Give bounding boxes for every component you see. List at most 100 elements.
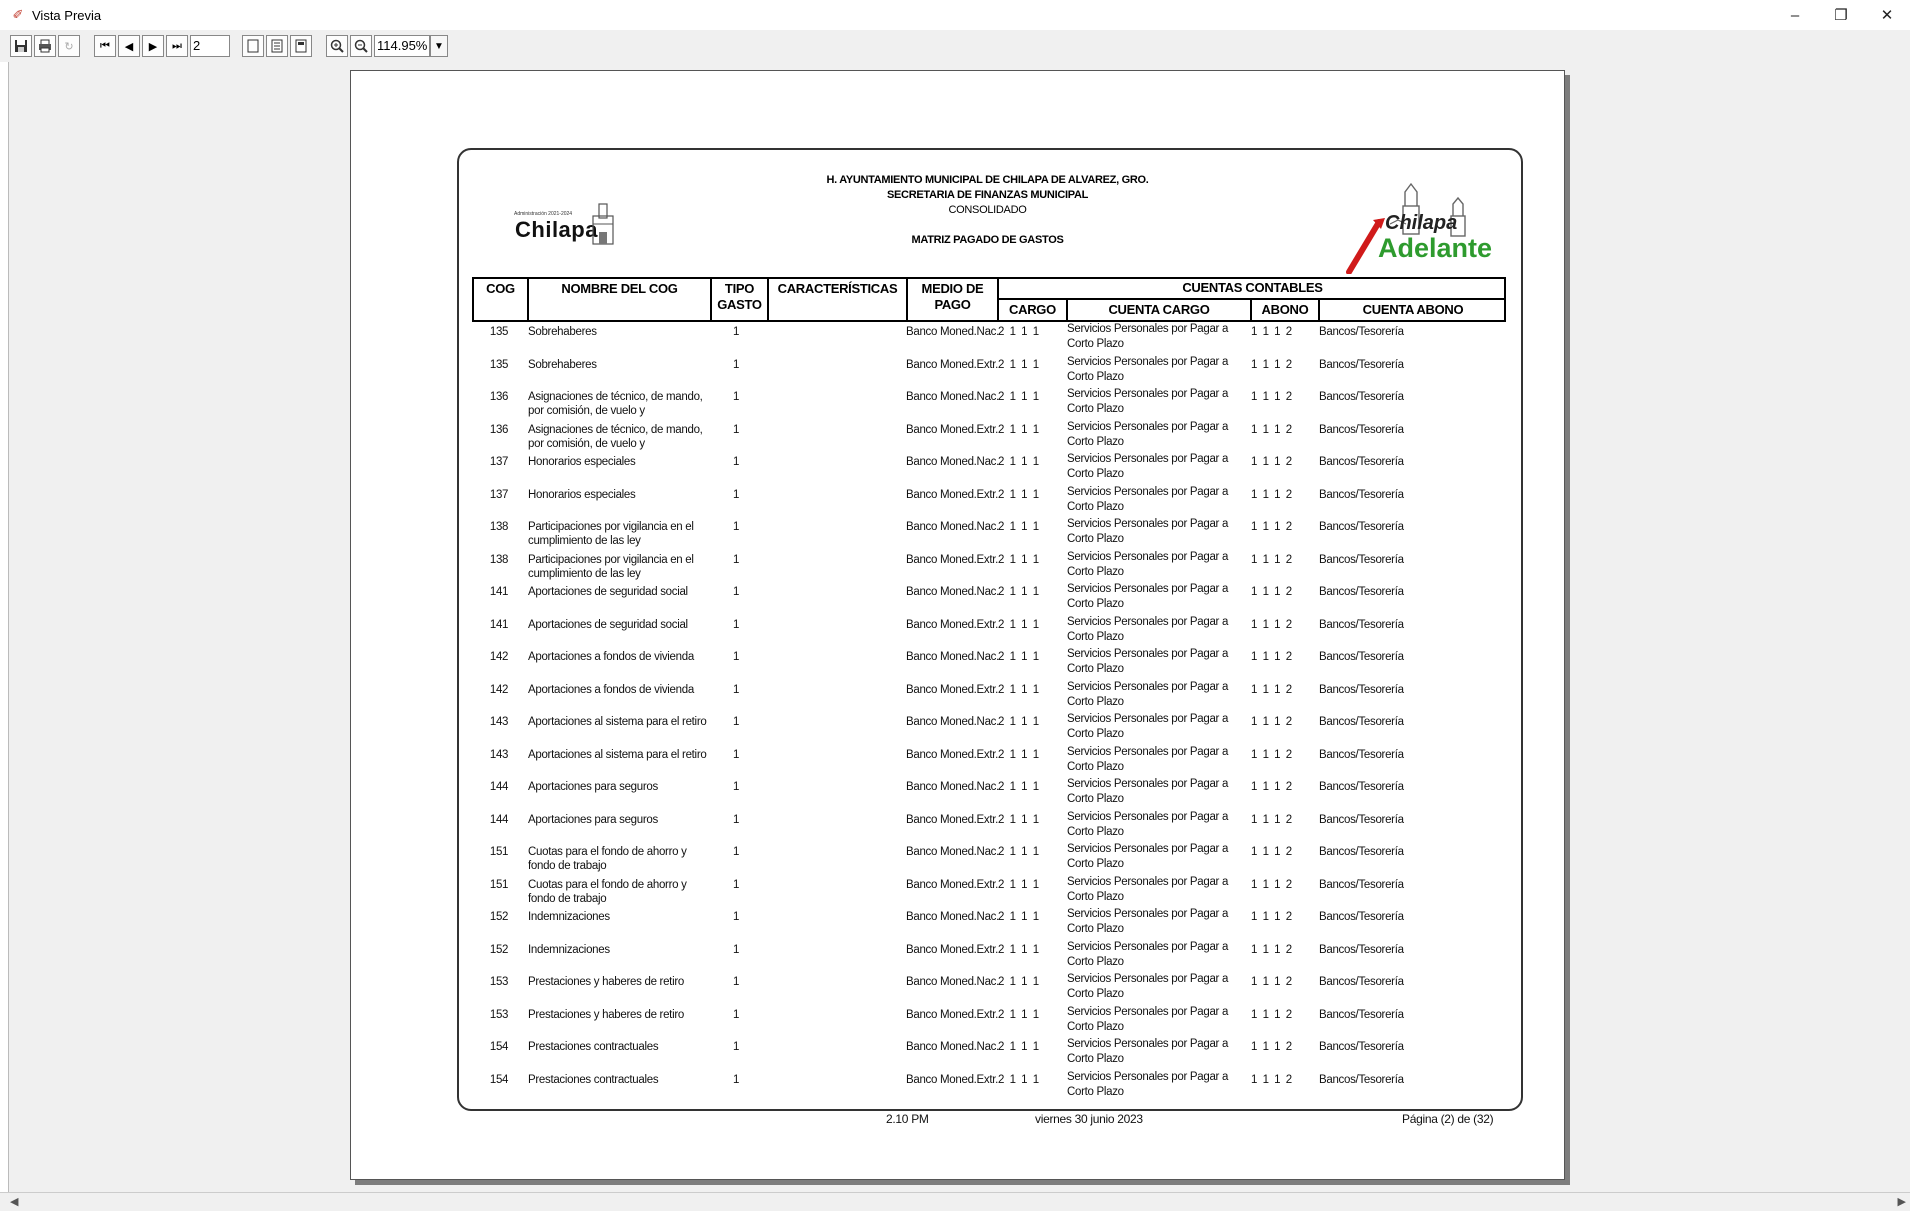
print-icon[interactable]: [34, 35, 56, 57]
row-tipo-gasto: 1: [732, 781, 740, 793]
row-cuenta-cargo: Servicios Personales por Pagar a Corto P…: [1067, 940, 1229, 968]
row-cog: 153: [489, 976, 509, 988]
row-medio-pago: Banco Moned.Extr.: [906, 488, 999, 501]
row-nombre: Aportaciones a fondos de vivienda: [528, 651, 694, 663]
row-cuenta-cargo: Servicios Personales por Pagar a Corto P…: [1067, 843, 1229, 870]
zoom-out-icon[interactable]: [350, 35, 372, 57]
row-cargo: 2 1 1 1: [998, 943, 1041, 956]
row-tipo-gasto: 1: [732, 683, 740, 696]
row-abono: 1 1 1 2: [1251, 748, 1294, 761]
row-medio-pago: Banco Moned.Extr.: [906, 813, 999, 826]
row-cargo: 2 1 1 1: [998, 976, 1041, 988]
row-cuenta-abono: Bancos/Tesorería: [1319, 943, 1404, 956]
row-nombre: Asignaciones de técnico, de mando, por c…: [528, 391, 703, 417]
row-cuenta-abono: Bancos/Tesorería: [1319, 911, 1404, 923]
row-cog: 152: [489, 911, 509, 923]
scroll-right-icon[interactable]: ▶: [1898, 1195, 1906, 1208]
table-row: 141 Aportaciones de seguridad social 1 Banc…: [0, 583, 1910, 618]
row-medio-pago: Banco Moned.Nac.: [906, 391, 1000, 403]
row-tipo-gasto: 1: [732, 488, 740, 501]
page-number-input[interactable]: 2: [190, 35, 230, 57]
row-cog: 135: [489, 358, 509, 371]
row-cuenta-abono: Bancos/Tesorería: [1319, 651, 1404, 663]
zoom-in-icon[interactable]: [326, 35, 348, 57]
row-cuenta-cargo: Servicios Personales por Pagar a Corto P…: [1067, 518, 1229, 545]
horizontal-scrollbar[interactable]: ◀ ▶: [0, 1192, 1910, 1211]
header-medio-pago: MEDIO DE PAGO: [921, 281, 984, 312]
row-cog: 136: [489, 391, 509, 403]
row-medio-pago: Banco Moned.Extr.: [906, 878, 999, 891]
row-cog: 142: [489, 683, 509, 696]
first-page-icon[interactable]: ⏮: [94, 35, 116, 57]
row-cargo: 2 1 1 1: [998, 1008, 1041, 1021]
minimize-button[interactable]: –: [1772, 0, 1818, 30]
row-cuenta-cargo: Servicios Personales por Pagar a Corto P…: [1067, 388, 1229, 415]
row-cog: 135: [489, 326, 509, 338]
row-cuenta-abono: Bancos/Tesorería: [1319, 521, 1404, 533]
row-cargo: 2 1 1 1: [998, 391, 1041, 403]
church-icon: [592, 203, 614, 245]
row-medio-pago: Banco Moned.Extr.: [906, 618, 999, 631]
header-cuenta-cargo: CUENTA CARGO: [1108, 302, 1210, 317]
row-abono: 1 1 1 2: [1251, 1008, 1294, 1021]
chevron-down-icon[interactable]: ▼: [430, 35, 448, 57]
row-tipo-gasto: 1: [732, 586, 740, 598]
row-tipo-gasto: 1: [732, 748, 740, 761]
row-medio-pago: Banco Moned.Nac.: [906, 846, 1000, 858]
row-cargo: 2 1 1 1: [998, 1041, 1041, 1053]
row-tipo-gasto: 1: [732, 358, 740, 371]
row-abono: 1 1 1 2: [1251, 878, 1294, 891]
row-cog: 141: [489, 586, 509, 598]
header-tipo-gasto: TIPO GASTO: [717, 281, 762, 312]
row-abono: 1 1 1 2: [1251, 846, 1294, 858]
whole-page-icon[interactable]: [290, 35, 312, 57]
footer-time: 2.10 PM: [886, 1112, 929, 1126]
save-icon[interactable]: [10, 35, 32, 57]
table-row: 154 Prestaciones contractuales 1 Banco Mone…: [0, 1038, 1910, 1073]
row-cargo: 2 1 1 1: [998, 878, 1041, 891]
header-abono: ABONO: [1261, 302, 1309, 317]
row-abono: 1 1 1 2: [1251, 456, 1294, 468]
row-cuenta-cargo: Servicios Personales por Pagar a Corto P…: [1067, 875, 1229, 903]
close-button[interactable]: ✕: [1864, 0, 1910, 30]
single-page-icon[interactable]: [242, 35, 264, 57]
row-cuenta-cargo: Servicios Personales por Pagar a Corto P…: [1067, 323, 1229, 350]
row-cargo: 2 1 1 1: [998, 716, 1041, 728]
table-row: 143 Aportaciones al sistema para el retir…: [0, 713, 1910, 748]
restore-button[interactable]: ❐: [1818, 0, 1864, 30]
row-abono: 1 1 1 2: [1251, 326, 1294, 338]
last-page-icon[interactable]: ⏭: [166, 35, 188, 57]
row-nombre: Aportaciones a fondos de vivienda: [528, 683, 694, 696]
row-medio-pago: Banco Moned.Nac.: [906, 976, 1000, 988]
table-row: 142 Aportaciones a fondos de vivienda 1 Ban…: [0, 681, 1910, 716]
row-medio-pago: Banco Moned.Nac.: [906, 1041, 1000, 1053]
refresh-icon[interactable]: ↻: [58, 35, 80, 57]
row-nombre: Aportaciones de seguridad social: [528, 586, 688, 598]
toolbar: ↻ ⏮ ◀ ▶ ⏭ 2 114.95% ▼: [0, 30, 1910, 62]
previous-page-icon[interactable]: ◀: [118, 35, 140, 57]
row-cuenta-cargo: Servicios Personales por Pagar a Corto P…: [1067, 1005, 1229, 1033]
row-cog: 153: [489, 1008, 509, 1021]
table-row: 143 Aportaciones al sistema para el retir…: [0, 746, 1910, 781]
row-cuenta-cargo: Servicios Personales por Pagar a Corto P…: [1067, 908, 1229, 935]
row-cargo: 2 1 1 1: [998, 358, 1041, 371]
row-cargo: 2 1 1 1: [998, 846, 1041, 858]
row-cargo: 2 1 1 1: [998, 651, 1041, 663]
scroll-left-icon[interactable]: ◀: [10, 1195, 18, 1208]
page-width-icon[interactable]: [266, 35, 288, 57]
row-cargo: 2 1 1 1: [998, 618, 1041, 631]
table-row: 137 Honorarios especiales 1 Banco Moned.Nac…: [0, 453, 1910, 488]
row-medio-pago: Banco Moned.Nac.: [906, 456, 1000, 468]
row-medio-pago: Banco Moned.Nac.: [906, 716, 1000, 728]
row-tipo-gasto: 1: [732, 521, 740, 533]
next-page-icon[interactable]: ▶: [142, 35, 164, 57]
row-cargo: 2 1 1 1: [998, 781, 1041, 793]
row-nombre: Honorarios especiales: [528, 456, 636, 468]
row-cargo: 2 1 1 1: [998, 683, 1041, 696]
zoom-input[interactable]: 114.95%: [374, 35, 430, 57]
row-medio-pago: Banco Moned.Extr.: [906, 1008, 999, 1021]
report-entity: H. AYUNTAMIENTO MUNICIPAL DE CHILAPA DE …: [826, 174, 1149, 186]
row-nombre: Cuotas para el fondo de ahorro y fondo d…: [528, 846, 687, 872]
row-cog: 138: [489, 521, 509, 533]
row-cog: 137: [489, 456, 509, 468]
